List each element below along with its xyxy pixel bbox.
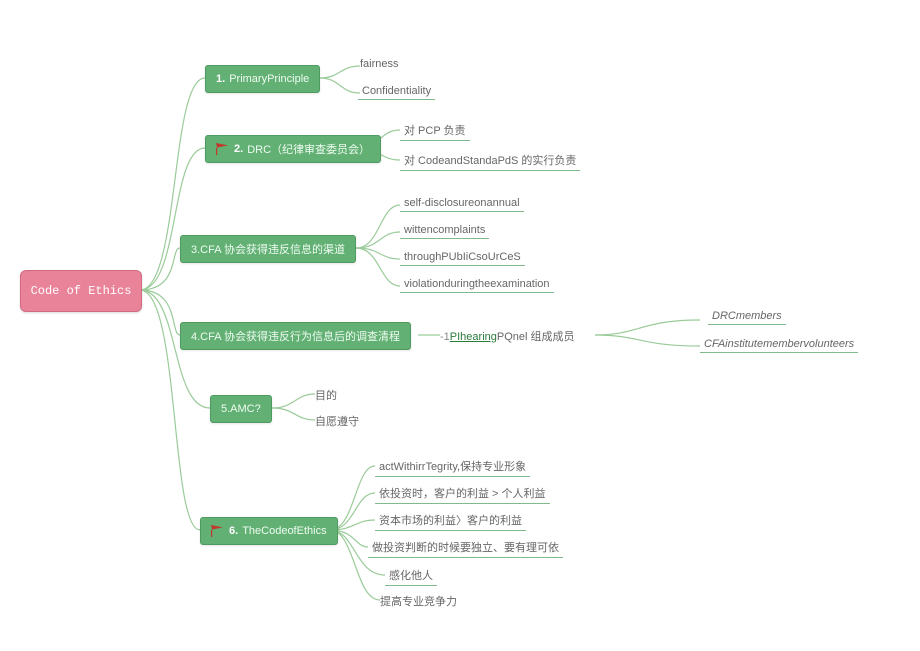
leaf-influence[interactable]: 感化他人 xyxy=(385,567,437,586)
root-node[interactable]: Code of Ethics xyxy=(20,270,142,312)
branch-violation-channels[interactable]: 3.CFA 协会获得违反信息的渠道 xyxy=(180,235,356,263)
leaf-client-interest[interactable]: 依投资时，客户的利益 > 个人利益 xyxy=(375,485,550,504)
branch-code-of-ethics[interactable]: 6.TheCodeofEthics xyxy=(200,517,338,545)
leaf-purpose[interactable]: 目的 xyxy=(315,387,337,403)
flag-icon xyxy=(216,143,228,155)
flag-icon xyxy=(211,525,223,537)
leaf-market-interest[interactable]: 资本市场的利益〉客户的利益 xyxy=(375,512,526,531)
leaf-written-complaints[interactable]: wittencomplaints xyxy=(400,224,489,239)
leaf-exam-violation[interactable]: violationduringtheexamination xyxy=(400,278,554,293)
leaf-code-standards[interactable]: 对 CodeandStandaPdS 的实行负责 xyxy=(400,152,580,171)
leaf-integrity[interactable]: actWithirrTegrity,保持专业形象 xyxy=(375,458,530,477)
leaf-confidentiality[interactable]: Confidentiality xyxy=(358,85,435,100)
branch-investigation-process[interactable]: 4.CFA 协会获得违反行为信息后的调查清程 xyxy=(180,322,411,350)
leaf-independent[interactable]: 做投资判断的时候要独立、要有理可依 xyxy=(368,539,563,558)
leaf-voluntary[interactable]: 自愿遵守 xyxy=(315,413,359,429)
leaf-drc-members[interactable]: DRCmembers xyxy=(708,310,786,325)
branch-amc[interactable]: 5.AMC? xyxy=(210,395,272,423)
leaf-competence[interactable]: 提高专业竞争力 xyxy=(380,593,457,609)
branch-drc[interactable]: 2.DRC（纪律审查委员会） xyxy=(205,135,381,163)
leaf-pcp[interactable]: 对 PCP 负责 xyxy=(400,122,470,141)
branch-primary-principle[interactable]: 1.PrimaryPrinciple xyxy=(205,65,320,93)
leaf-public-sources[interactable]: throughPUbIiCsoUrCeS xyxy=(400,251,525,266)
leaf-self-disclosure[interactable]: self-disclosureonannual xyxy=(400,197,524,212)
sub-hearing-panel[interactable]: -1PIhearingPQnel 组成成员 xyxy=(440,328,575,344)
leaf-fairness[interactable]: fairness xyxy=(360,58,399,70)
leaf-volunteers[interactable]: CFAinstitutemembervolunteers xyxy=(700,338,858,353)
